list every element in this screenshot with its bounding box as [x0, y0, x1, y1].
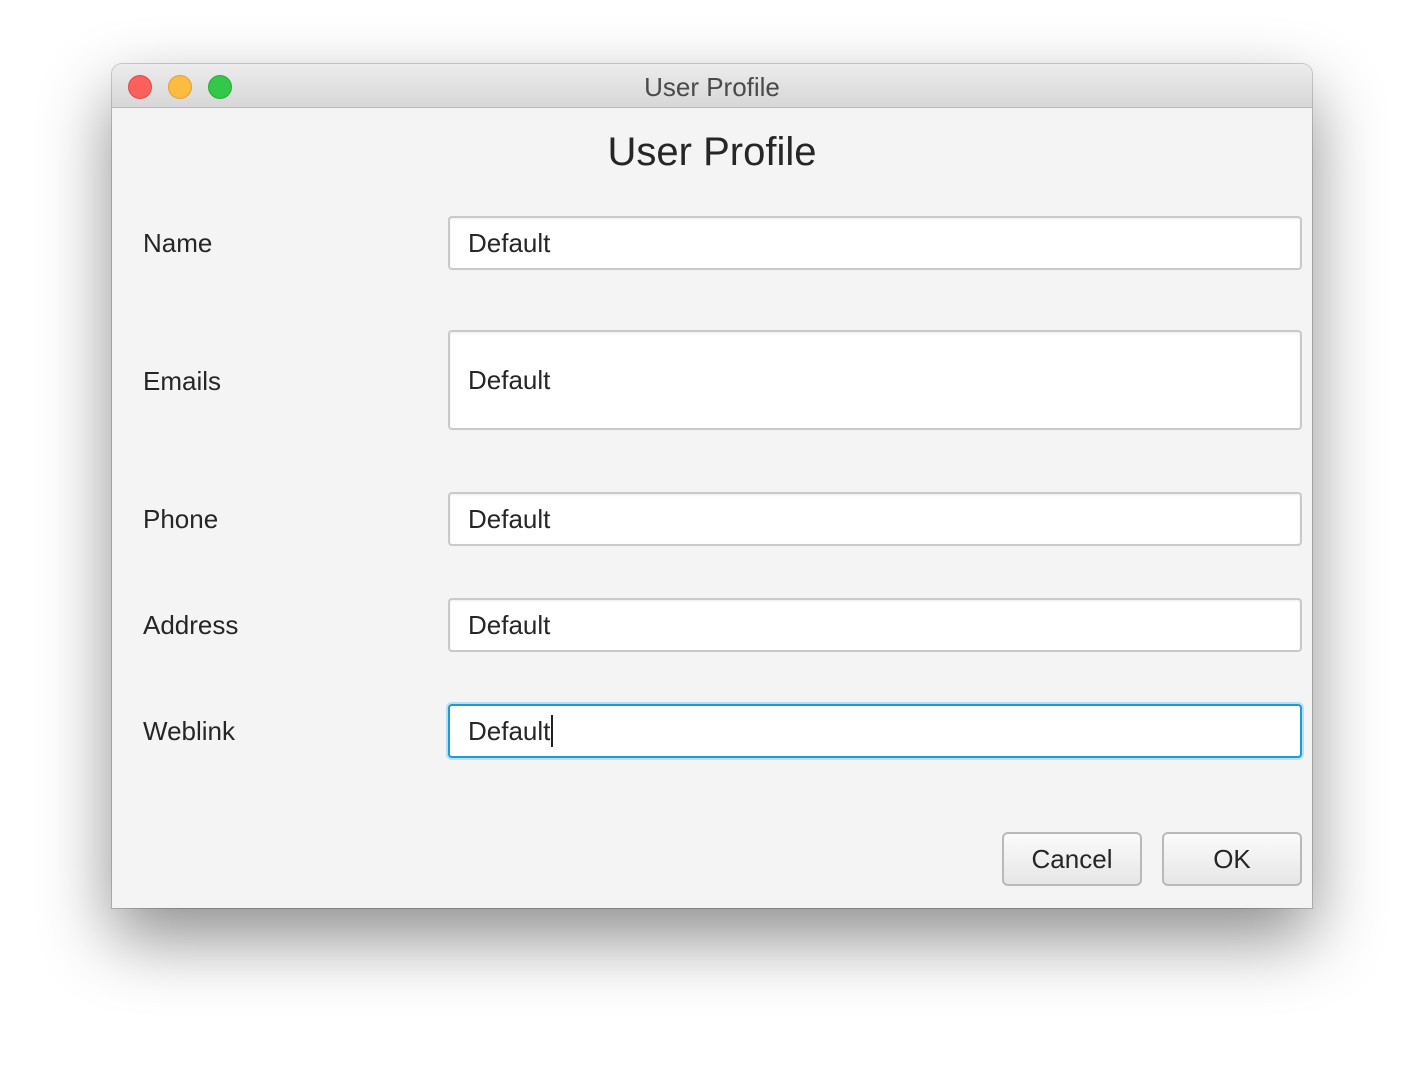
name-field-value: Default [468, 227, 551, 258]
weblink-field[interactable]: Default [448, 704, 1302, 758]
cancel-button[interactable]: Cancel [1002, 832, 1142, 886]
phone-label: Phone [143, 504, 219, 534]
emails-field-value: Default [468, 364, 551, 395]
emails-field[interactable]: Default [448, 330, 1302, 430]
form-heading: User Profile [607, 130, 817, 174]
address-label: Address [143, 610, 239, 640]
weblink-field-value: Default [468, 715, 551, 746]
phone-field[interactable]: Default [448, 492, 1302, 546]
ok-button[interactable]: OK [1162, 832, 1302, 886]
title-bar[interactable]: User Profile [112, 64, 1312, 108]
weblink-label: Weblink [143, 716, 236, 746]
phone-field-value: Default [468, 503, 551, 534]
name-label: Name [143, 228, 213, 258]
text-caret [551, 715, 554, 747]
address-field-value: Default [468, 609, 551, 640]
emails-label: Emails [143, 366, 222, 396]
user-profile-window: User Profile User Profile Name Default E… [112, 64, 1312, 908]
address-field[interactable]: Default [448, 598, 1302, 652]
name-field[interactable]: Default [448, 216, 1302, 270]
window-title: User Profile [644, 72, 780, 102]
